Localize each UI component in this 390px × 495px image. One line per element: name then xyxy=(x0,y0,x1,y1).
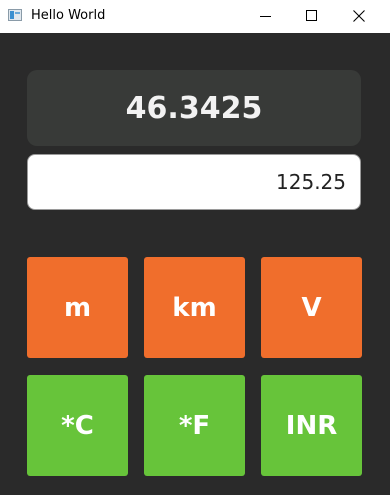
result-display: 46.3425 xyxy=(27,70,361,146)
minimize-icon xyxy=(260,16,271,17)
convert-m-button[interactable]: m xyxy=(27,257,128,358)
app-icon xyxy=(8,9,22,21)
convert-v-button[interactable]: V xyxy=(261,257,362,358)
maximize-button[interactable] xyxy=(289,0,335,33)
minimize-button[interactable] xyxy=(243,0,289,33)
close-icon xyxy=(353,10,365,22)
value-input[interactable] xyxy=(27,154,361,210)
convert-km-button[interactable]: km xyxy=(144,257,245,358)
convert-inr-button[interactable]: INR xyxy=(261,375,362,476)
maximize-icon xyxy=(306,10,317,21)
app-window: Hello World 46.3425 m km V *C *F INR xyxy=(0,0,390,495)
result-value: 46.3425 xyxy=(125,90,263,126)
convert-fahrenheit-button[interactable]: *F xyxy=(144,375,245,476)
window-title: Hello World xyxy=(31,8,106,23)
title-bar[interactable]: Hello World xyxy=(0,0,390,33)
convert-celsius-button[interactable]: *C xyxy=(27,375,128,476)
close-button[interactable] xyxy=(336,0,382,33)
